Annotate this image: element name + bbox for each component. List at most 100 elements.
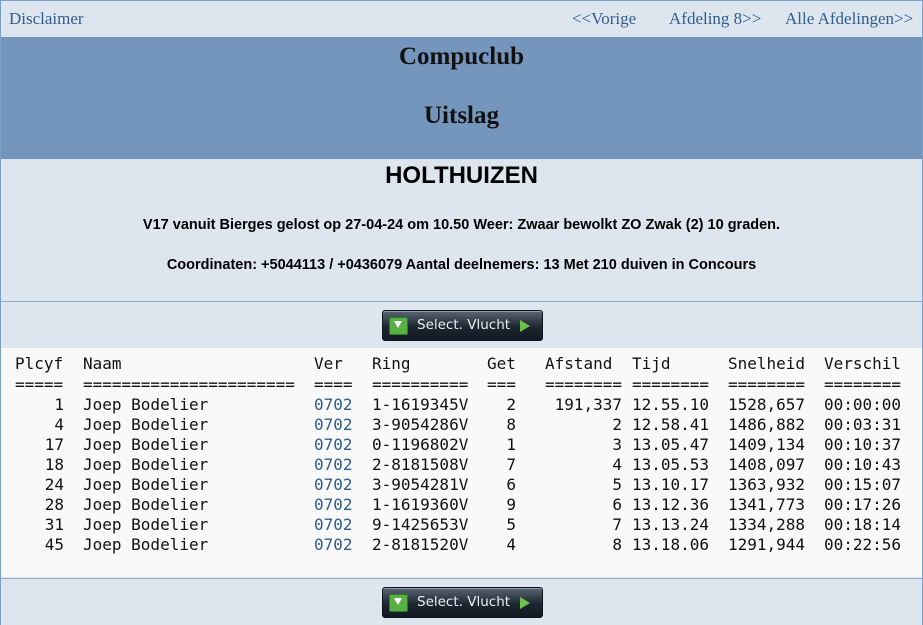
cell-afstand: 4: [612, 455, 622, 474]
ver-link[interactable]: 0702: [314, 495, 353, 514]
cell-ring: 3-9054286V: [372, 415, 469, 434]
top-button-bar: Select. Vlucht: [1, 302, 922, 349]
select-flight-button-bottom[interactable]: Select. Vlucht: [382, 587, 543, 618]
table-header-plcyf: Plcyf: [15, 354, 64, 373]
table-underline-afstand: ========: [545, 375, 623, 394]
cell-naam: Joep Bodelier: [83, 515, 209, 534]
cell-tijd: 13.12.36: [631, 495, 709, 514]
disclaimer-link[interactable]: Disclaimer: [9, 9, 84, 29]
table-header-ring: Ring: [372, 354, 411, 373]
cell-snelheid: 1409,134: [727, 435, 805, 454]
cell-afstand: 191,337: [554, 395, 622, 414]
cell-plcyf: 18: [44, 455, 64, 474]
table-header-ver: Ver: [314, 354, 343, 373]
results-table: Plcyf Naam Ver Ring Get Afstand Tijd Snelheid Ve…: [1, 348, 922, 577]
cell-snelheid: 1291,944: [727, 535, 805, 554]
cell-snelheid: 1408,097: [727, 455, 805, 474]
cell-naam: Joep Bodelier: [83, 535, 209, 554]
cell-snelheid: 1486,882: [727, 415, 805, 434]
cell-ring: 2-8181508V: [372, 455, 469, 474]
cell-ring: 0-1196802V: [372, 435, 469, 454]
select-flight-button-top[interactable]: Select. Vlucht: [382, 310, 543, 341]
cell-afstand: 5: [612, 475, 622, 494]
all-divisions-link[interactable]: Alle Afdelingen>>: [785, 9, 913, 29]
cell-naam: Joep Bodelier: [83, 415, 209, 434]
cell-snelheid: 1528,657: [727, 395, 805, 414]
ver-link[interactable]: 0702: [314, 455, 353, 474]
cell-verschil: 00:17:26: [824, 495, 902, 514]
cell-plcyf: 28: [44, 495, 64, 514]
cell-plcyf: 17: [44, 435, 64, 454]
page-title: Uitslag: [424, 102, 499, 129]
race-release-info: V17 vanuit Bierges gelost op 27-04-24 om…: [142, 217, 781, 233]
cell-ring: 3-9054281V: [372, 475, 469, 494]
page: Disclaimer <<Vorige Afdeling 8>> Alle Af…: [0, 0, 923, 625]
cell-afstand: 2: [612, 415, 622, 434]
cell-snelheid: 1341,773: [727, 495, 805, 514]
cell-naam: Joep Bodelier: [83, 395, 209, 414]
table-row: 28 Joep Bodelier 0702 1-1619360V 9 6 13.12.36 1…: [1, 495, 922, 515]
cell-plcyf: 45: [44, 535, 64, 554]
cell-tijd: 13.05.47: [631, 435, 709, 454]
cell-snelheid: 1334,288: [727, 515, 805, 534]
bottom-button-bar: Select. Vlucht: [1, 578, 922, 625]
cell-get: 5: [506, 515, 516, 534]
race-coordinates-info: Coordinaten: +5044113 / +0436079 Aantal …: [166, 257, 757, 273]
table-underline-verschil: ========: [824, 375, 902, 394]
previous-link[interactable]: <<Vorige: [572, 9, 636, 29]
cell-plcyf: 4: [54, 415, 64, 434]
table-row: 18 Joep Bodelier 0702 2-8181508V 7 4 13.05.53 1…: [1, 455, 922, 475]
cell-afstand: 3: [612, 435, 622, 454]
ver-link[interactable]: 0702: [314, 415, 353, 434]
ver-link[interactable]: 0702: [314, 535, 353, 554]
table-underline-ring: ==========: [372, 375, 469, 394]
cell-tijd: 13.18.06: [631, 535, 709, 554]
cell-get: 4: [506, 535, 516, 554]
table-header: Plcyf Naam Ver Ring Get Afstand Tijd Snelheid Ve…: [1, 354, 922, 374]
cell-tijd: 13.10.17: [631, 475, 709, 494]
cell-naam: Joep Bodelier: [83, 435, 209, 454]
cell-tijd: 13.13.24: [631, 515, 709, 534]
cell-naam: Joep Bodelier: [83, 475, 209, 494]
ver-link[interactable]: 0702: [314, 435, 353, 454]
ver-link[interactable]: 0702: [314, 395, 353, 414]
arrow-right-icon: [520, 320, 530, 332]
cell-plcyf: 24: [44, 475, 64, 494]
cell-get: 9: [506, 495, 516, 514]
next-division-link[interactable]: Afdeling 8>>: [669, 9, 761, 29]
table-underline-naam: ======================: [83, 375, 295, 394]
cell-get: 8: [506, 415, 516, 434]
cell-tijd: 12.58.41: [631, 415, 709, 434]
table-row: 4 Joep Bodelier 0702 3-9054286V 8 2 12.58.41 14…: [1, 415, 922, 435]
race-location: HOLTHUIZEN: [385, 162, 538, 189]
cell-naam: Joep Bodelier: [83, 455, 209, 474]
table-header-get: Get: [487, 354, 516, 373]
cell-afstand: 8: [612, 535, 622, 554]
select-flight-label: Select. Vlucht: [417, 594, 511, 610]
download-icon: [389, 317, 408, 335]
cell-verschil: 00:18:14: [824, 515, 902, 534]
table-header-snelheid: Snelheid: [728, 354, 806, 373]
table-underline-get: ===: [487, 375, 516, 394]
cell-verschil: 00:10:37: [824, 435, 902, 454]
cell-verschil: 00:22:56: [824, 535, 902, 554]
cell-verschil: 00:03:31: [824, 415, 902, 434]
select-flight-label: Select. Vlucht: [417, 317, 511, 333]
cell-get: 6: [506, 475, 516, 494]
table-row: 31 Joep Bodelier 0702 9-1425653V 5 7 13.13.24 1…: [1, 515, 922, 535]
cell-tijd: 12.55.10: [631, 395, 709, 414]
cell-ring: 9-1425653V: [372, 515, 469, 534]
club-title: Compuclub: [398, 43, 525, 70]
cell-ring: 1-1619360V: [372, 495, 469, 514]
table-row: 45 Joep Bodelier 0702 2-8181520V 4 8 13.18.06 1…: [1, 535, 922, 555]
cell-get: 7: [506, 455, 516, 474]
cell-verschil: 00:00:00: [824, 395, 902, 414]
ver-link[interactable]: 0702: [314, 515, 353, 534]
table-underline: ===== ====================== ==== =========…: [1, 375, 922, 395]
cell-get: 1: [506, 435, 516, 454]
cell-get: 2: [506, 395, 516, 414]
table-underline-ver: ====: [314, 375, 353, 394]
download-icon: [389, 594, 408, 612]
table-row: 17 Joep Bodelier 0702 0-1196802V 1 3 13.05.47 1…: [1, 435, 922, 455]
ver-link[interactable]: 0702: [314, 475, 353, 494]
